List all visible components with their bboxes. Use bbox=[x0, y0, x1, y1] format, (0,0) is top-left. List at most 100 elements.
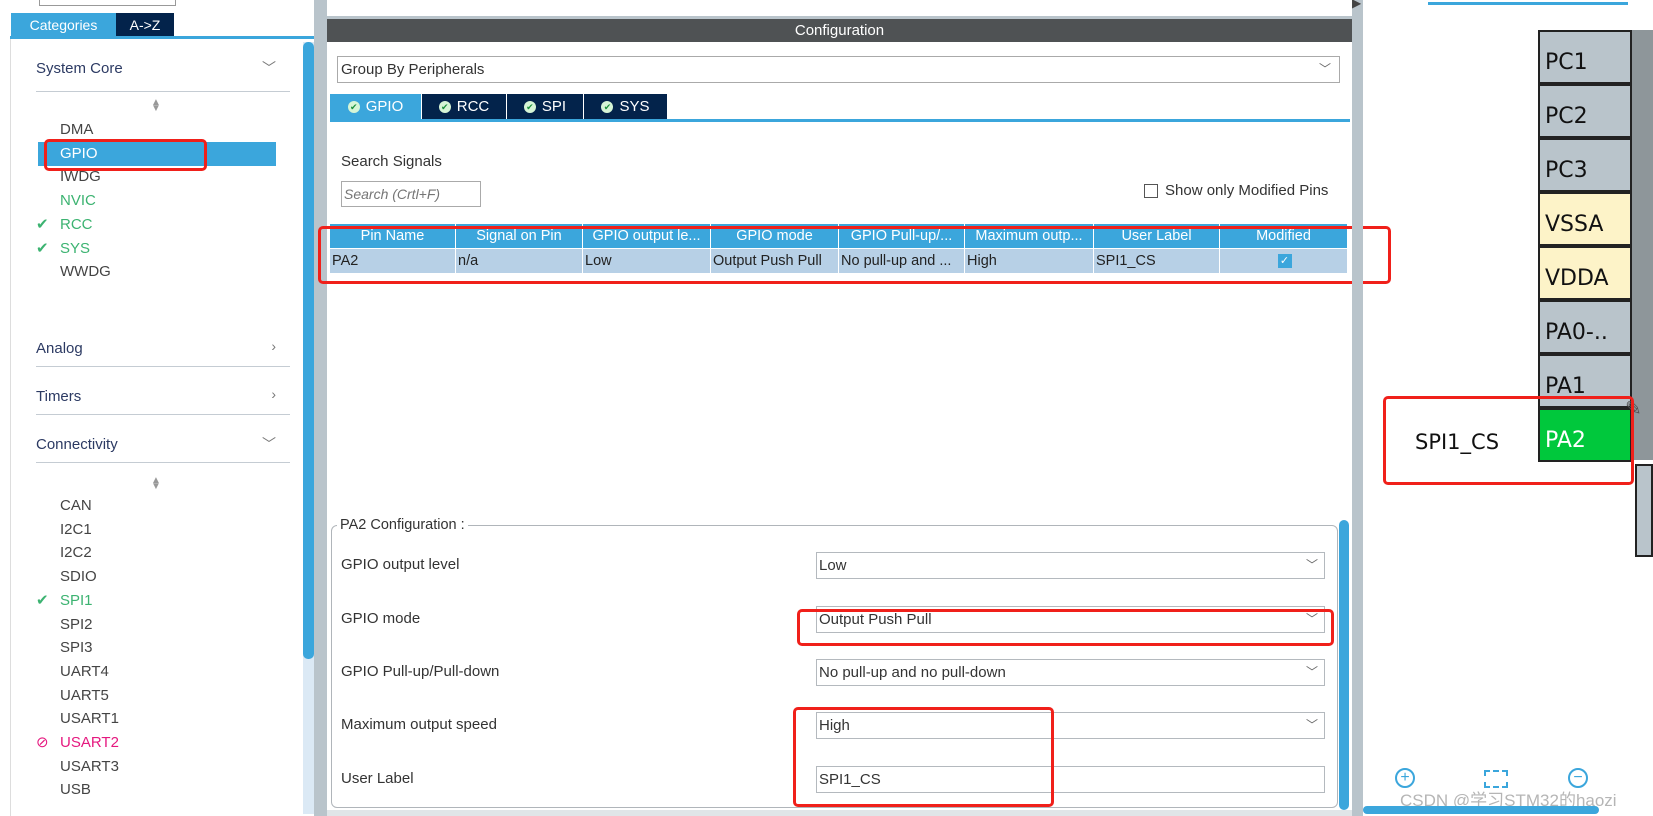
list-item-uart4[interactable]: UART4 bbox=[60, 661, 109, 683]
column-header[interactable]: User Label bbox=[1094, 224, 1220, 248]
table-cell[interactable]: n/a bbox=[456, 249, 583, 273]
pin-pc1[interactable]: PC1 bbox=[1538, 30, 1632, 84]
pa2-user-label: SPI1_CS bbox=[1415, 430, 1500, 454]
chevron-down-icon: ﹀ bbox=[1305, 718, 1318, 732]
pin-pc3[interactable]: PC3 bbox=[1538, 138, 1632, 192]
list-item-rcc[interactable]: ✔ RCC bbox=[36, 214, 93, 236]
list-item-wwdg[interactable]: WWDG bbox=[60, 261, 111, 283]
pin-pc2[interactable]: PC2 bbox=[1538, 84, 1632, 138]
list-item-spi2[interactable]: SPI2 bbox=[60, 614, 93, 636]
table-cell[interactable]: ✓ bbox=[1220, 249, 1348, 273]
tab-categories[interactable]: Categories bbox=[11, 13, 116, 36]
check-circle-icon: ✔ bbox=[347, 100, 360, 113]
table-cell[interactable]: No pull-up and ... bbox=[839, 249, 965, 273]
list-item-spi1[interactable]: ✔ SPI1 bbox=[36, 590, 93, 612]
pin-pa2[interactable]: PA2 bbox=[1538, 408, 1632, 462]
field-select[interactable]: High ﹀ bbox=[816, 712, 1325, 739]
item-label: SYS bbox=[60, 239, 91, 257]
table-cell[interactable]: SPI1_CS bbox=[1094, 249, 1220, 273]
item-label: USART3 bbox=[60, 757, 119, 775]
pinout-scrollbar[interactable] bbox=[1363, 806, 1599, 814]
list-item-usb[interactable]: USB bbox=[60, 779, 91, 801]
checkbox-checked-icon[interactable]: ✓ bbox=[1277, 254, 1292, 269]
category-system-core[interactable]: System Core ﹀ bbox=[36, 60, 290, 92]
pin-vssa[interactable]: VSSA bbox=[1538, 192, 1632, 246]
column-header[interactable]: GPIO mode bbox=[711, 224, 839, 248]
item-label: I2C1 bbox=[60, 520, 92, 538]
table-cell[interactable]: PA2 bbox=[330, 249, 456, 273]
left-scrollbar-thumb[interactable] bbox=[303, 42, 314, 659]
list-item-can[interactable]: CAN bbox=[60, 495, 92, 517]
zoom-out-icon[interactable]: − bbox=[1568, 768, 1588, 788]
pin-config-scrollbar[interactable] bbox=[1339, 520, 1349, 810]
list-item-dma[interactable]: DMA bbox=[60, 119, 93, 141]
field-select[interactable]: No pull-up and no pull-down ﹀ bbox=[816, 659, 1325, 686]
tab-rcc[interactable]: ✔ RCC bbox=[422, 94, 506, 119]
column-header[interactable]: GPIO output le... bbox=[583, 224, 711, 248]
tab-sys[interactable]: ✔ SYS bbox=[584, 94, 667, 119]
list-item-usart2[interactable]: ⊘ USART2 bbox=[36, 732, 119, 754]
list-item-uart5[interactable]: UART5 bbox=[60, 685, 109, 707]
group-by-select[interactable]: Group By Peripherals ﹀ bbox=[337, 56, 1340, 83]
show-modified-label: Show only Modified Pins bbox=[1165, 182, 1329, 199]
check-circle-icon: ✔ bbox=[438, 100, 451, 113]
field-value: No pull-up and no pull-down bbox=[819, 664, 1006, 681]
tab-label: SYS bbox=[619, 98, 650, 115]
item-label: USART2 bbox=[60, 734, 119, 751]
chevron-right-icon: › bbox=[271, 386, 276, 402]
list-item-usart1[interactable]: USART1 bbox=[60, 708, 119, 730]
tab-a-z[interactable]: A->Z bbox=[116, 13, 174, 36]
table-cell[interactable]: High bbox=[965, 249, 1094, 273]
category-connectivity[interactable]: Connectivity ﹀ bbox=[36, 436, 290, 463]
list-item-iwdg[interactable]: IWDG bbox=[60, 166, 101, 188]
column-header[interactable]: Maximum outp... bbox=[965, 224, 1094, 248]
user-label-input[interactable]: SPI1_CS bbox=[816, 766, 1325, 793]
list-item-sdio[interactable]: SDIO bbox=[60, 566, 97, 588]
list-item-sys[interactable]: ✔ SYS bbox=[36, 238, 91, 260]
field-label: GPIO Pull-up/Pull-down bbox=[341, 663, 500, 680]
pin-pushpin-icon: ✎ bbox=[1625, 398, 1642, 420]
item-label: UART5 bbox=[60, 686, 109, 704]
left-divider bbox=[314, 0, 327, 816]
item-label: RCC bbox=[60, 215, 93, 233]
search-signals-input[interactable] bbox=[341, 181, 481, 207]
chevron-down-icon: ﹀ bbox=[1305, 558, 1318, 572]
chevron-down-icon: ﹀ bbox=[1305, 612, 1318, 626]
chevron-right-icon: › bbox=[271, 338, 276, 354]
list-item-i2c1[interactable]: I2C1 bbox=[60, 519, 92, 541]
pin-pa1[interactable]: PA1 bbox=[1538, 354, 1632, 408]
table-cell[interactable]: Low bbox=[583, 249, 711, 273]
collapse-arrow-icon[interactable]: ▶ bbox=[1352, 0, 1361, 10]
field-select[interactable]: Output Push Pull ﹀ bbox=[816, 606, 1325, 633]
zoom-in-icon[interactable]: + bbox=[1395, 768, 1415, 788]
list-item-i2c2[interactable]: I2C2 bbox=[60, 542, 92, 564]
column-header[interactable]: Pin Name bbox=[330, 224, 456, 248]
pin-vdda[interactable]: VDDA bbox=[1538, 246, 1632, 300]
item-label: SDIO bbox=[60, 568, 97, 586]
list-item-usart3[interactable]: USART3 bbox=[60, 756, 119, 778]
show-modified-checkbox[interactable] bbox=[1144, 184, 1158, 198]
field-select[interactable]: Low ﹀ bbox=[816, 552, 1325, 579]
item-label: NVIC bbox=[60, 192, 96, 210]
list-item-gpio[interactable]: GPIO bbox=[60, 143, 98, 165]
column-header[interactable]: Modified bbox=[1220, 224, 1348, 248]
category-timers[interactable]: Timers › bbox=[36, 386, 290, 415]
left-search-box[interactable] bbox=[39, 0, 176, 6]
tabs-underline bbox=[330, 119, 1350, 122]
group-by-value: Group By Peripherals bbox=[341, 61, 485, 78]
category-analog[interactable]: Analog › bbox=[36, 338, 290, 367]
pin-pa0[interactable]: PA0-.. bbox=[1538, 300, 1632, 354]
list-item-spi3[interactable]: SPI3 bbox=[60, 637, 93, 659]
tab-spi[interactable]: ✔ SPI bbox=[507, 94, 583, 119]
sort-icon[interactable]: ▲ ▼ bbox=[151, 476, 161, 492]
column-header[interactable]: GPIO Pull-up/... bbox=[839, 224, 965, 248]
tab-label: GPIO bbox=[365, 98, 404, 115]
list-item-nvic[interactable]: NVIC bbox=[60, 190, 96, 212]
column-header[interactable]: Signal on Pin bbox=[456, 224, 583, 248]
table-cell[interactable]: Output Push Pull bbox=[711, 249, 839, 273]
tab-gpio[interactable]: ✔ GPIO bbox=[330, 94, 421, 119]
sort-icon[interactable]: ▲ ▼ bbox=[151, 98, 161, 114]
field-value: Output Push Pull bbox=[819, 611, 932, 628]
pinout-top-tab[interactable] bbox=[1428, 2, 1628, 5]
chevron-down-icon: ﹀ bbox=[262, 436, 276, 452]
